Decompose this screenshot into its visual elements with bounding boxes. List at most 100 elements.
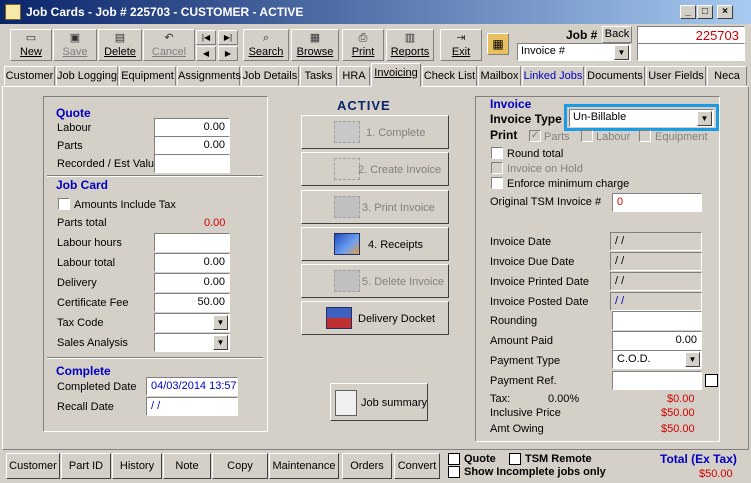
delete-button[interactable]: ▤ Delete: [98, 29, 142, 61]
tab-job-details[interactable]: Job Details: [241, 66, 299, 86]
orders-button[interactable]: Orders: [342, 453, 392, 479]
print-invoice-button[interactable]: 3. Print Invoice: [301, 190, 449, 224]
maximize-button[interactable]: □: [697, 5, 713, 19]
payment-ref-field[interactable]: [612, 371, 702, 390]
delete-invoice-button[interactable]: 5. Delete Invoice: [301, 264, 449, 298]
amount-paid-field[interactable]: 0.00: [612, 331, 702, 350]
tab-assignments[interactable]: Assignments: [177, 66, 241, 86]
tab-invoicing[interactable]: Invoicing: [371, 63, 421, 87]
recorded-value-field[interactable]: [154, 154, 230, 173]
tax-code-label: Tax Code: [57, 317, 104, 329]
tab-customer[interactable]: Customer: [4, 66, 55, 86]
create-invoice-button[interactable]: 2. Create Invoice: [301, 152, 449, 186]
print-button[interactable]: ⎙ Print: [342, 29, 384, 61]
new-icon: ▭: [25, 32, 37, 44]
sales-analysis-select[interactable]: ▼: [154, 333, 230, 352]
invoice-type-select[interactable]: Un-Billable ▼: [569, 109, 714, 127]
reports-icon: ▥: [404, 32, 416, 44]
invoice-due-date-field[interactable]: / /: [610, 252, 702, 271]
quote-checkbox[interactable]: [448, 453, 460, 465]
search-by-select[interactable]: Invoice # ▼: [517, 43, 631, 61]
history-button[interactable]: History: [112, 453, 162, 479]
labour-hours-field[interactable]: [154, 233, 230, 252]
status-label: ACTIVE: [337, 98, 391, 113]
delivery-field[interactable]: 0.00: [154, 273, 230, 292]
tax-code-select[interactable]: ▼: [154, 313, 230, 332]
tab-tasks[interactable]: Tasks: [300, 66, 337, 86]
complete-button[interactable]: 1. Complete: [301, 115, 449, 149]
tax-label: Tax:: [490, 393, 511, 405]
rounding-field[interactable]: [612, 311, 702, 330]
tab-mailbox[interactable]: Mailbox: [478, 66, 521, 86]
job-summary-button[interactable]: Job summary: [330, 383, 428, 421]
receipts-button[interactable]: 4. Receipts: [301, 227, 449, 261]
invoice-on-hold-checkbox[interactable]: [491, 162, 503, 174]
tab-user-fields[interactable]: User Fields: [646, 66, 706, 86]
chevron-down-icon[interactable]: ▼: [614, 45, 629, 60]
minimize-button[interactable]: _: [680, 5, 696, 19]
prev-record-icon[interactable]: ◀: [196, 46, 216, 61]
tab-equipment[interactable]: Equipment: [119, 66, 176, 86]
enforce-minimum-checkbox[interactable]: [491, 177, 503, 189]
calendar-icon[interactable]: ▦: [487, 33, 509, 55]
show-incomplete-checkbox[interactable]: [448, 466, 460, 478]
exit-button[interactable]: ⇥ Exit: [440, 29, 482, 61]
customer-button[interactable]: Customer: [6, 453, 60, 479]
chevron-down-icon[interactable]: ▼: [213, 315, 228, 330]
invoice-printed-date-field[interactable]: / /: [610, 272, 702, 291]
search-button[interactable]: ⌕ Search: [243, 29, 289, 61]
print-parts-checkbox[interactable]: ✓: [529, 130, 541, 142]
note-button[interactable]: Note: [163, 453, 211, 479]
tab-hra[interactable]: HRA: [338, 66, 370, 86]
chevron-down-icon[interactable]: ▼: [685, 352, 700, 367]
certificate-fee-field[interactable]: 50.00: [154, 293, 230, 312]
completed-date-field[interactable]: 04/03/2014 13:57: [146, 377, 238, 396]
print-labour-checkbox[interactable]: [581, 130, 593, 142]
quote-parts-field[interactable]: 0.00: [154, 136, 230, 155]
next-record-icon[interactable]: ▶: [218, 46, 238, 61]
quote-label: Quote: [464, 453, 496, 465]
new-button[interactable]: ▭ New: [10, 29, 52, 61]
payment-type-label: Payment Type: [490, 355, 561, 367]
amounts-include-tax-checkbox[interactable]: [58, 198, 70, 210]
original-tsm-label: Original TSM Invoice #: [490, 196, 602, 208]
invoice-type-value: Un-Billable: [573, 111, 627, 123]
invoice-posted-date-field[interactable]: / /: [610, 292, 702, 311]
copy-button[interactable]: Copy: [212, 453, 268, 479]
tsm-remote-checkbox[interactable]: [509, 453, 521, 465]
browse-button[interactable]: ▦ Browse: [291, 29, 339, 61]
chevron-down-icon[interactable]: ▼: [697, 111, 712, 126]
labour-total-label: Labour total: [57, 257, 116, 269]
job-number-field[interactable]: 225703: [637, 26, 745, 44]
search-value-field[interactable]: [637, 43, 745, 61]
tsm-remote-label: TSM Remote: [525, 453, 592, 465]
save-button[interactable]: ▣ Save: [53, 29, 97, 61]
chevron-down-icon[interactable]: ▼: [213, 335, 228, 350]
divider: [47, 357, 263, 359]
part-id-button[interactable]: Part ID: [61, 453, 111, 479]
tab-documents[interactable]: Documents: [585, 66, 645, 86]
labour-hours-label: Labour hours: [57, 237, 122, 249]
convert-button[interactable]: Convert: [394, 453, 440, 479]
quote-labour-field[interactable]: 0.00: [154, 118, 230, 137]
first-record-icon[interactable]: |◀: [196, 30, 216, 45]
labour-total-field[interactable]: 0.00: [154, 253, 230, 272]
recall-date-field[interactable]: / /: [146, 397, 238, 416]
payment-ref-checkbox[interactable]: [705, 374, 718, 387]
close-button[interactable]: ×: [717, 5, 733, 19]
back-button[interactable]: Back: [602, 26, 632, 43]
maintenance-button[interactable]: Maintenance: [269, 453, 339, 479]
last-record-icon[interactable]: ▶|: [218, 30, 238, 45]
print-equipment-checkbox[interactable]: [639, 130, 651, 142]
reports-button[interactable]: ▥ Reports: [386, 29, 434, 61]
tab-job-logging[interactable]: Job Logging: [56, 66, 118, 86]
tab-neca[interactable]: Neca: [707, 66, 747, 86]
original-tsm-field[interactable]: 0: [612, 193, 702, 212]
payment-type-select[interactable]: C.O.D. ▼: [612, 350, 702, 369]
tab-linked-jobs[interactable]: Linked Jobs: [522, 66, 584, 86]
round-total-checkbox[interactable]: [491, 147, 503, 159]
cancel-button[interactable]: ↶ Cancel: [143, 29, 195, 61]
delivery-docket-button[interactable]: Delivery Docket: [301, 301, 449, 335]
invoice-date-field[interactable]: / /: [610, 232, 702, 251]
tab-check-list[interactable]: Check List: [422, 66, 477, 86]
